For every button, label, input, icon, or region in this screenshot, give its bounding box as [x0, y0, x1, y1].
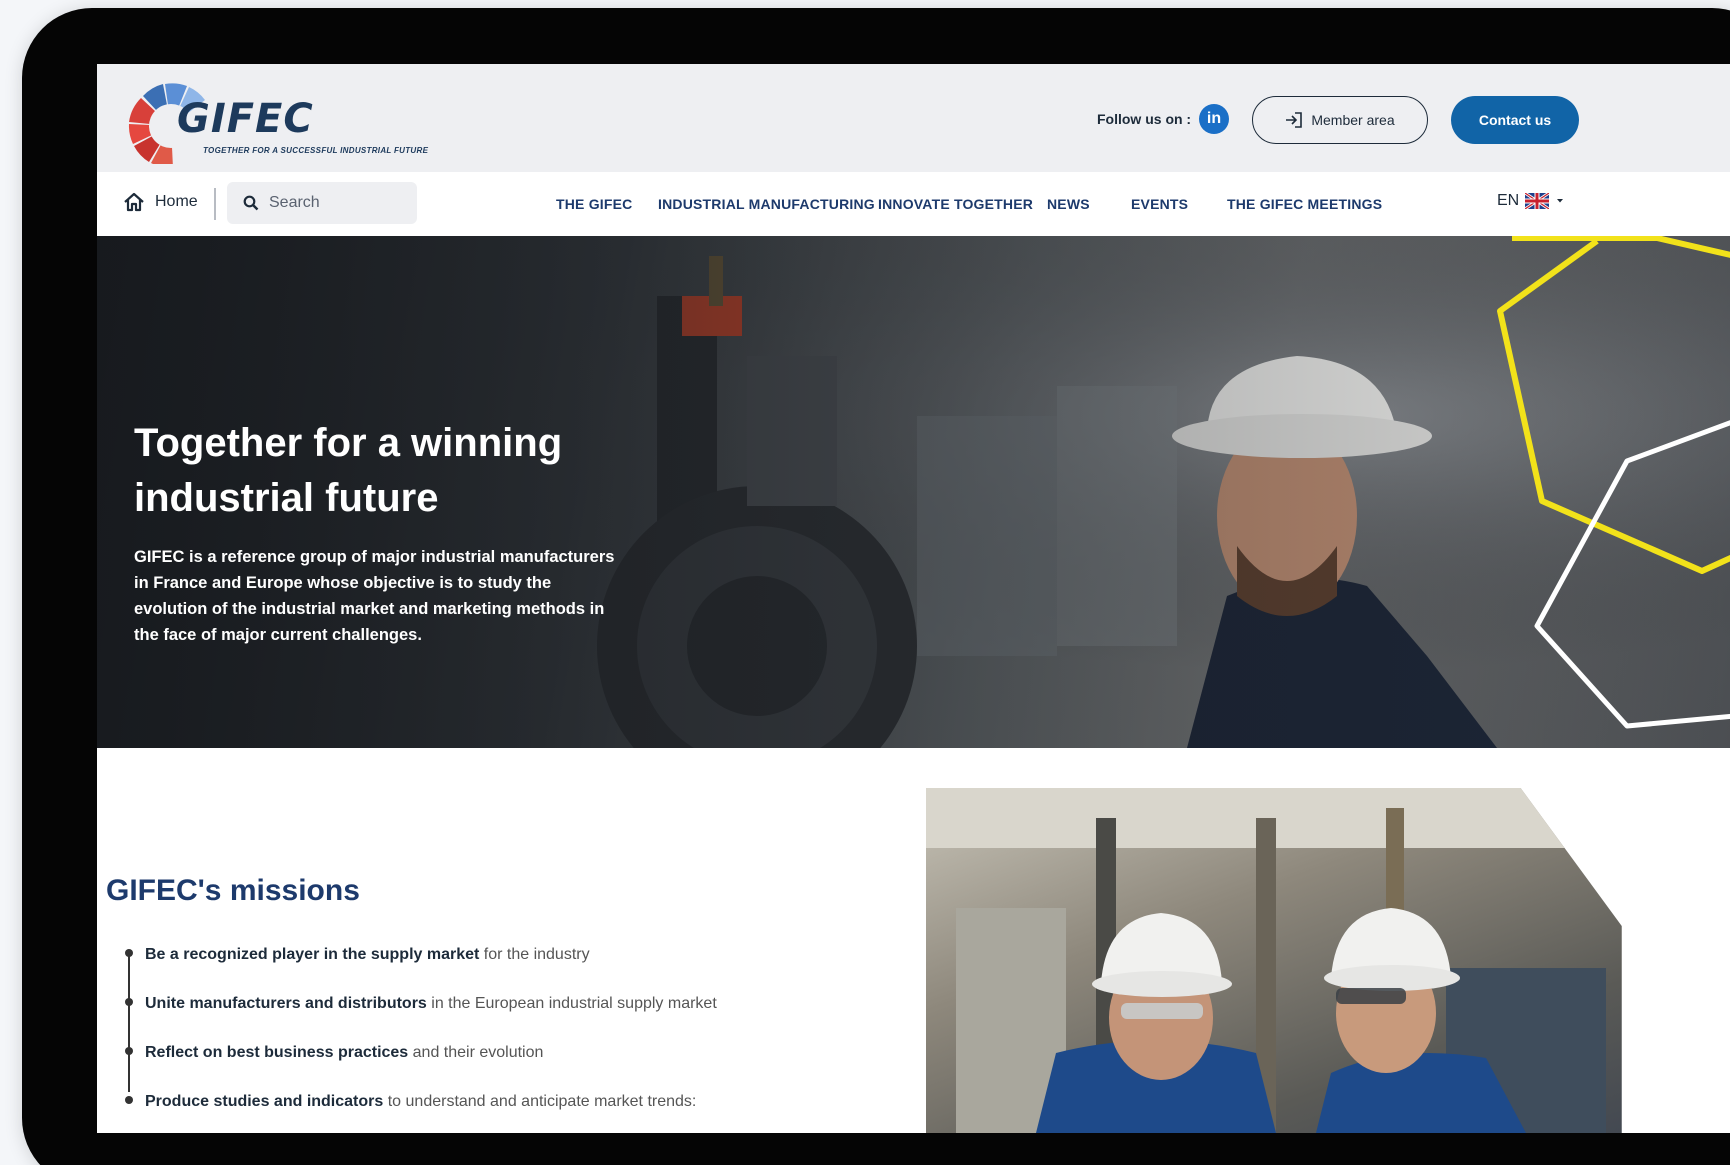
nav-the-gifec-meetings[interactable]: THE GIFEC MEETINGS — [1227, 196, 1382, 212]
list-item: Reflect on best business practices and t… — [125, 1044, 825, 1093]
member-area-label: Member area — [1311, 112, 1395, 128]
nav-industrial-manufacturing[interactable]: INDUSTRIAL MANUFACTURING — [658, 196, 875, 212]
uk-flag-icon — [1525, 193, 1550, 209]
login-arrow-icon — [1286, 112, 1303, 128]
bullet-dot — [125, 949, 133, 957]
mission-bold-text: Be a recognized player in the supply mar… — [145, 946, 480, 963]
hero-banner: Together for a winning industrial future… — [97, 236, 1730, 748]
bullet-dot — [125, 1047, 133, 1055]
workers-photo-illustration — [926, 788, 1622, 1133]
gifec-logo[interactable]: GIFEC TOGETHER FOR A SUCCESSFUL INDUSTRI… — [119, 76, 428, 164]
list-item: Be a recognized player in the supply mar… — [125, 946, 825, 995]
home-icon — [124, 192, 144, 212]
mission-text: to understand and anticipate market tren… — [383, 1093, 697, 1110]
list-item: Produce studies and indicators to unders… — [125, 1093, 825, 1133]
main-nav: Home THE GIFEC INDUSTRIAL MANUFACTURING … — [97, 172, 1730, 236]
home-label: Home — [155, 193, 198, 210]
chevron-down-icon — [1557, 199, 1564, 203]
search-box[interactable] — [227, 182, 417, 224]
language-selector[interactable]: EN — [1497, 192, 1565, 210]
mission-bold-text: Produce studies and indicators — [145, 1093, 384, 1110]
hero-title: Together for a winning industrial future — [134, 421, 563, 520]
bullet-dot — [125, 1096, 133, 1104]
language-label: EN — [1497, 192, 1520, 209]
device-frame: GIFEC TOGETHER FOR A SUCCESSFUL INDUSTRI… — [22, 8, 1730, 1165]
top-header: GIFEC TOGETHER FOR A SUCCESSFUL INDUSTRI… — [97, 64, 1730, 172]
nav-innovate-together[interactable]: INNOVATE TOGETHER — [878, 196, 1033, 212]
member-area-button[interactable]: Member area — [1252, 96, 1428, 144]
mission-text: for the industry — [479, 946, 590, 963]
linkedin-icon[interactable]: in — [1199, 104, 1229, 134]
search-icon — [243, 195, 259, 211]
nav-divider — [214, 188, 216, 220]
home-link[interactable]: Home — [123, 192, 198, 212]
logo-wordmark: GIFEC — [177, 96, 314, 142]
hero-description: GIFEC is a reference group of major indu… — [134, 548, 615, 644]
contact-us-button[interactable]: Contact us — [1451, 96, 1579, 144]
nav-events[interactable]: EVENTS — [1131, 196, 1188, 212]
mission-bold-text: Unite manufacturers and distributors — [145, 995, 427, 1012]
search-input[interactable] — [269, 194, 389, 212]
follow-us-label: Follow us on : — [1097, 111, 1192, 127]
list-item: Unite manufacturers and distributors in … — [125, 995, 825, 1044]
bullet-dot — [125, 998, 133, 1006]
nav-the-gifec[interactable]: THE GIFEC — [556, 196, 632, 212]
mission-text: in the European industrial supply market — [426, 995, 717, 1012]
mission-text: and their evolution — [408, 1044, 544, 1061]
workers-photo — [926, 788, 1622, 1133]
logo-tagline: TOGETHER FOR A SUCCESSFUL INDUSTRIAL FUT… — [203, 146, 429, 155]
mission-bold-text: Reflect on best business practices — [145, 1044, 409, 1061]
missions-title: GIFEC's missions — [106, 874, 360, 907]
missions-list: Be a recognized player in the supply mar… — [125, 946, 825, 1133]
nav-news[interactable]: NEWS — [1047, 196, 1090, 212]
browser-screen: GIFEC TOGETHER FOR A SUCCESSFUL INDUSTRI… — [97, 64, 1730, 1133]
